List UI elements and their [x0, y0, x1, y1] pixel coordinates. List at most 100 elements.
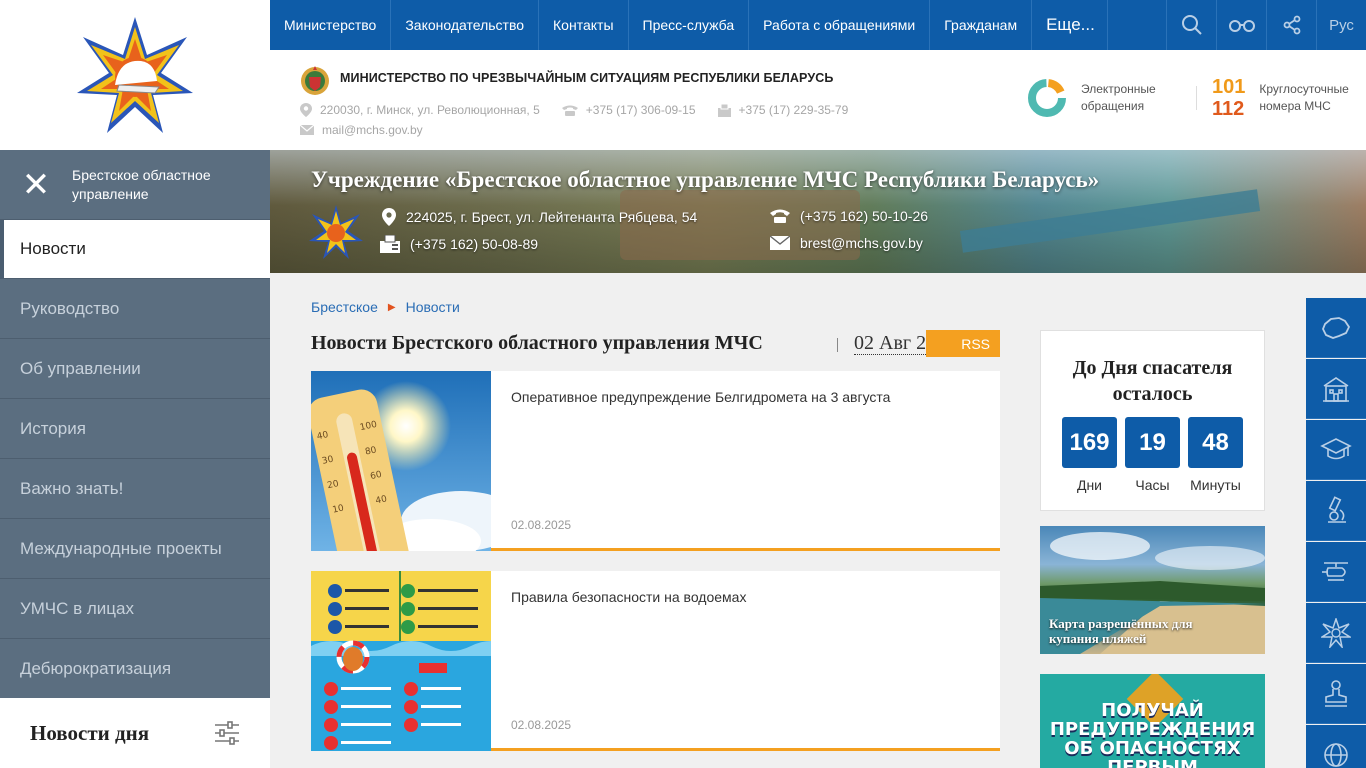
mail-icon	[300, 125, 314, 135]
nav-ministry[interactable]: Министерство	[270, 0, 392, 50]
countdown-title: До Дня спасателя осталось	[1041, 355, 1264, 407]
nav-press[interactable]: Пресс-служба	[629, 0, 750, 50]
regional-banner: Учреждение «Брестское областное управлен…	[270, 150, 1366, 273]
countdown-title-line1: До Дня спасателя	[1072, 357, 1233, 379]
filter-sliders-icon[interactable]	[214, 721, 240, 745]
ministry-email[interactable]: mail@mchs.gov.by	[300, 123, 423, 137]
hotline-101[interactable]: 101	[1212, 76, 1245, 98]
rss-button[interactable]: RSS	[926, 330, 1000, 357]
beach-map-caption: Карта разрешённых для купания пляжей	[1049, 616, 1193, 646]
electronic-appeals-line1: Электронные	[1081, 82, 1156, 96]
breadcrumb-arrow-icon: ▶	[387, 301, 396, 313]
breadcrumb: Брестское ▶ Новости	[311, 299, 460, 315]
sidebar-item-international[interactable]: Международные проекты	[0, 519, 270, 579]
breadcrumb-news[interactable]: Новости	[406, 299, 460, 315]
promo-line4: ПЕРВЫМ	[1107, 757, 1198, 768]
belarus-map-icon[interactable]	[1306, 298, 1366, 358]
sidebar: ✕ Брестское областное управление Новости…	[0, 150, 270, 699]
nav-legislation[interactable]: Законодательство	[391, 0, 540, 50]
promo-line3: ОБ ОПАСНОСТЯХ	[1064, 738, 1241, 759]
language-switch[interactable]: Рус	[1316, 0, 1366, 50]
sidebar-title-line2: управление	[72, 185, 149, 202]
graduation-cap-icon[interactable]	[1306, 420, 1366, 480]
helicopter-icon[interactable]	[1306, 542, 1366, 602]
share-icon[interactable]	[1266, 0, 1316, 50]
news-title[interactable]: Правила безопасности на водоемах	[511, 589, 746, 605]
banner-phone[interactable]: (+375 162) 50-10-26	[770, 208, 928, 224]
news-card[interactable]: Правила безопасности на водоемах 02.08.2…	[311, 571, 1000, 751]
countdown-days: 169 Дни	[1062, 417, 1117, 493]
ministry-phone[interactable]: +375 (17) 306-09-15	[561, 103, 696, 117]
sidebar-item-people[interactable]: УМЧС в лицах	[0, 579, 270, 639]
electronic-appeals-link[interactable]: Электронные обращения	[1027, 78, 1156, 118]
sidebar-item-leadership[interactable]: Руководство	[0, 279, 270, 339]
regional-emblem-icon	[309, 205, 363, 259]
sidebar-item-about[interactable]: Об управлении	[0, 339, 270, 399]
news-image-water-safety-poster[interactable]	[311, 571, 491, 751]
ministry-header: МИНИСТЕРСТВО ПО ЧРЕЗВЫЧАЙНЫМ СИТУАЦИЯМ Р…	[270, 50, 1366, 150]
top-navigation: Министерство Законодательство Контакты П…	[270, 0, 1366, 50]
right-quick-links	[1306, 298, 1366, 768]
countdown-title-line2: осталось	[1112, 383, 1193, 405]
news-title[interactable]: Оперативное предупреждение Белгидромета …	[511, 389, 890, 405]
ministry-address: 220030, г. Минск, ул. Революционная, 5	[300, 103, 540, 117]
promo-line2: ПРЕДУПРЕЖДЕНИЯ	[1049, 719, 1256, 740]
warnings-promo-card[interactable]: ПОЛУЧАЙ ПРЕДУПРЕЖДЕНИЯ ОБ ОПАСНОСТЯХ ПЕР…	[1040, 674, 1265, 768]
ministry-fax-text: +375 (17) 229-35-79	[738, 103, 849, 117]
news-date: 02.08.2025	[511, 518, 572, 532]
banner-fax: (+375 162) 50-08-89	[380, 235, 538, 253]
phone-icon	[770, 209, 790, 223]
electronic-appeals-line2: обращения	[1081, 99, 1145, 113]
banner-fax-text: (+375 162) 50-08-89	[410, 236, 539, 252]
microscope-icon[interactable]	[1306, 481, 1366, 541]
banner-email[interactable]: brest@mchs.gov.by	[770, 235, 923, 251]
sidebar-item-history[interactable]: История	[0, 399, 270, 459]
banner-title: Учреждение «Брестское областное управлен…	[311, 167, 1100, 192]
news-of-day-title: Новости дня	[30, 720, 150, 745]
coat-of-arms-icon	[301, 66, 329, 95]
hotline-label: Круглосуточные номера МЧС	[1259, 81, 1348, 115]
building-icon[interactable]	[1306, 359, 1366, 419]
rescuer-day-countdown: До Дня спасателя осталось 169 Дни 19 Час…	[1040, 330, 1265, 511]
hotline-112[interactable]: 112	[1212, 98, 1245, 120]
sidebar-item-debureaucratization[interactable]: Дебюрократизация	[0, 639, 270, 699]
breadcrumb-brest[interactable]: Брестское	[311, 299, 378, 315]
hotline-digits: 101 112	[1212, 76, 1245, 120]
fax-icon	[717, 103, 731, 117]
nav-more[interactable]: Еще...	[1032, 0, 1109, 50]
hotline-label-line2: номера МЧС	[1259, 99, 1331, 113]
news-image-thermometer[interactable]: 40 30 20 10 100 80 60 40	[311, 371, 491, 551]
nav-contacts[interactable]: Контакты	[539, 0, 629, 50]
mchs-emblem-icon	[77, 17, 193, 133]
news-of-day-panel: Новости дня	[0, 698, 270, 768]
emblem-icon[interactable]	[1306, 603, 1366, 663]
countdown-hours-label: Часы	[1135, 477, 1170, 493]
ministry-phone-text: +375 (17) 306-09-15	[585, 103, 696, 117]
ministry-fax: +375 (17) 229-35-79	[717, 103, 849, 117]
stamp-icon[interactable]	[1306, 664, 1366, 724]
beach-map-card[interactable]: Карта разрешённых для купания пляжей	[1040, 526, 1265, 654]
globe-icon[interactable]	[1306, 725, 1366, 768]
beach-map-caption-line2: купания пляжей	[1049, 631, 1147, 646]
glasses-icon[interactable]	[1216, 0, 1266, 50]
promo-text: ПОЛУЧАЙ ПРЕДУПРЕЖДЕНИЯ ОБ ОПАСНОСТЯХ ПЕР…	[1040, 701, 1265, 768]
countdown-days-label: Дни	[1076, 477, 1103, 493]
mail-icon	[770, 236, 790, 250]
location-pin-icon	[382, 208, 396, 226]
news-card[interactable]: 40 30 20 10 100 80 60 40 Оперативное предупреж…	[311, 371, 1000, 551]
news-date: 02.08.2025	[511, 718, 572, 732]
electronic-appeals-label: Электронные обращения	[1081, 81, 1156, 115]
ministry-address-text: 220030, г. Минск, ул. Революционная, 5	[320, 103, 540, 117]
close-icon[interactable]: ✕	[0, 150, 72, 220]
sidebar-item-important[interactable]: Важно знать!	[0, 459, 270, 519]
location-pin-icon	[300, 103, 312, 117]
countdown-days-value: 169	[1062, 417, 1117, 468]
nav-citizens[interactable]: Гражданам	[930, 0, 1033, 50]
beach-map-caption-line1: Карта разрешённых для	[1049, 616, 1193, 631]
sidebar-item-news[interactable]: Новости	[0, 220, 270, 279]
mchs-logo[interactable]	[0, 0, 270, 150]
search-icon[interactable]	[1166, 0, 1216, 50]
page-title: Новости Брестского областного управления…	[311, 332, 763, 354]
nav-appeals[interactable]: Работа с обращениями	[749, 0, 931, 50]
countdown-minutes-label: Минуты	[1190, 477, 1241, 493]
